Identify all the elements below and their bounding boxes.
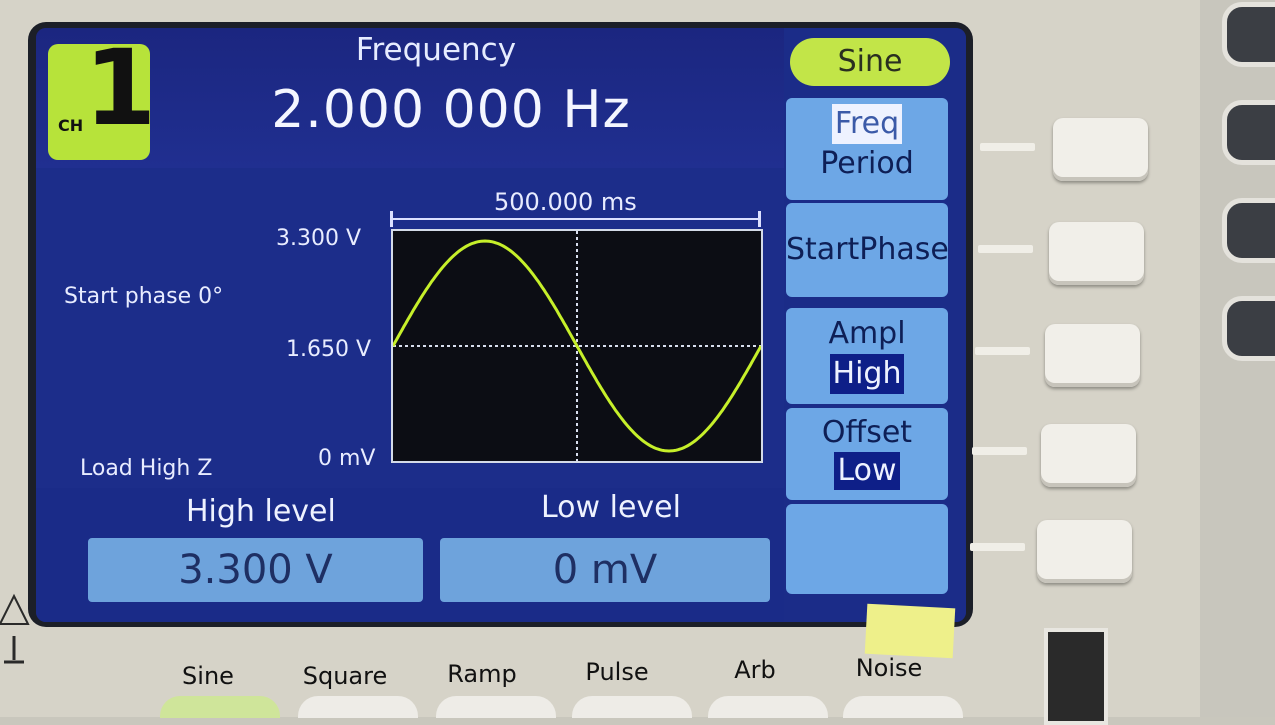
- y-label-mid: 1.650 V: [286, 337, 372, 362]
- softkey-ampl[interactable]: Ampl High: [786, 308, 948, 404]
- usb-port: [1044, 628, 1108, 725]
- hardware-softkey-2[interactable]: [1049, 222, 1144, 285]
- softkey-column: Sine Freq Period StartPhase Ampl High Of…: [784, 28, 966, 622]
- y-label-top: 3.300 V: [276, 226, 362, 251]
- function-label-arb: Arb: [734, 656, 776, 684]
- waveform-preview: [391, 229, 763, 463]
- low-level-field[interactable]: 0 mV: [440, 538, 770, 602]
- softkey-empty[interactable]: [786, 504, 948, 594]
- function-label-square: Square: [302, 662, 388, 690]
- side-button-3[interactable]: [1222, 198, 1275, 263]
- sine-function-button[interactable]: [160, 696, 280, 718]
- function-label-ramp: Ramp: [447, 660, 517, 688]
- side-button-1[interactable]: [1222, 2, 1275, 67]
- timebase-label: 500.000 ms: [494, 188, 637, 216]
- side-button-2[interactable]: [1222, 100, 1275, 165]
- softkey-indicator-1: [980, 143, 1035, 151]
- tape-sticker: [864, 603, 956, 659]
- load-label: Load High Z: [80, 456, 213, 481]
- softkey-start-phase[interactable]: StartPhase: [786, 203, 949, 297]
- frequency-value: 2.000 000 Hz: [271, 80, 631, 140]
- channel-badge: CH 1: [48, 36, 156, 160]
- high-level-label: High level: [186, 494, 336, 529]
- softkey-indicator-4: [972, 447, 1027, 455]
- hardware-softkey-4[interactable]: [1041, 424, 1136, 487]
- softkey-offset[interactable]: Offset Low: [786, 408, 948, 500]
- arb-function-button[interactable]: [708, 696, 828, 718]
- square-function-button[interactable]: [298, 696, 418, 718]
- function-label-pulse: Pulse: [585, 658, 649, 686]
- softkey-indicator-2: [978, 245, 1033, 253]
- channel-number: 1: [84, 28, 157, 149]
- start-phase-label: Start phase 0°: [64, 284, 224, 309]
- warning-icon: [0, 593, 30, 664]
- softkey-offset-label: Offset: [821, 415, 913, 450]
- high-level-field[interactable]: 3.300 V: [88, 538, 423, 602]
- timebase-left-marker: [390, 211, 393, 227]
- softkey-ampl-label: Ampl: [828, 316, 906, 351]
- timebase-right-marker: [758, 211, 761, 227]
- ramp-function-button[interactable]: [436, 696, 556, 718]
- hardware-softkey-5[interactable]: [1037, 520, 1132, 583]
- hardware-softkey-1[interactable]: [1053, 118, 1148, 181]
- pulse-function-button[interactable]: [572, 696, 692, 718]
- softkey-period-option: Period: [820, 146, 914, 181]
- waveform-svg: [391, 231, 763, 461]
- function-label-noise: Noise: [855, 654, 923, 682]
- softkey-ampl-selected: High: [829, 354, 905, 394]
- y-label-bottom: 0 mV: [318, 446, 376, 471]
- softkey-freq-period[interactable]: Freq Period: [786, 98, 948, 200]
- display-screen: CH 1 Frequency 2.000 000 Hz 500.000 ms 3…: [36, 28, 966, 622]
- noise-function-button[interactable]: [843, 696, 963, 718]
- low-level-label: Low level: [541, 490, 681, 525]
- softkey-indicator-5: [970, 543, 1025, 551]
- softkey-offset-selected: Low: [834, 452, 900, 490]
- frequency-title: Frequency: [355, 32, 517, 68]
- softkey-freq-option: Freq: [831, 104, 903, 144]
- function-label-sine: Sine: [182, 662, 234, 690]
- channel-prefix: CH: [58, 116, 84, 135]
- softkey-indicator-3: [975, 347, 1030, 355]
- timebase-span-line: [391, 218, 761, 220]
- waveform-mode-badge: Sine: [790, 38, 950, 86]
- side-button-4[interactable]: [1222, 296, 1275, 361]
- hardware-softkey-3[interactable]: [1045, 324, 1140, 387]
